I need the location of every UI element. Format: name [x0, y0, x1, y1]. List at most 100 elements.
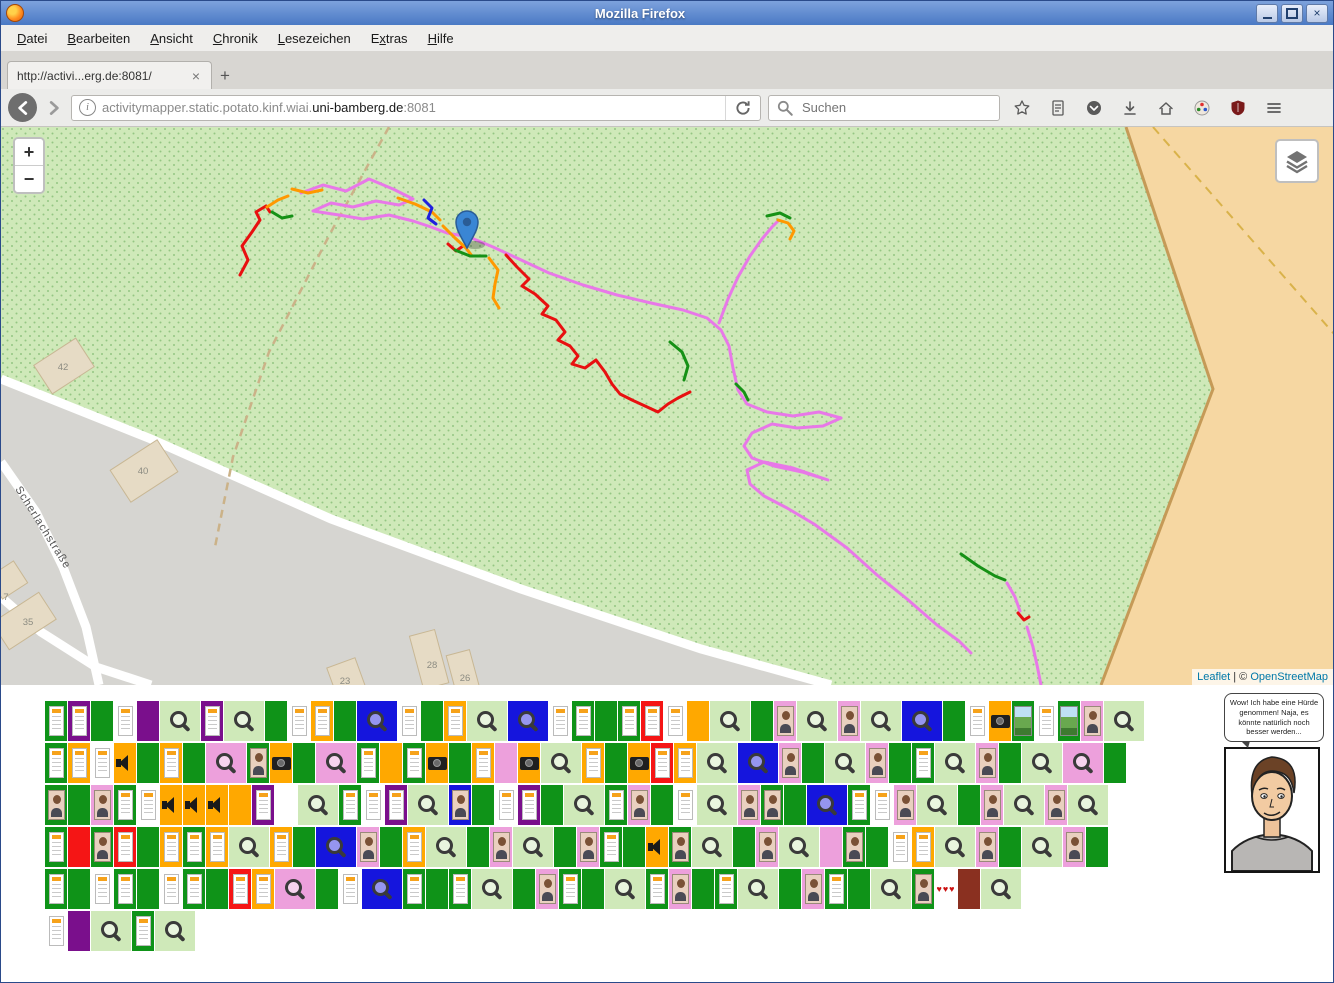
- activity-tile[interactable]: [114, 869, 136, 909]
- activity-tile[interactable]: [710, 701, 750, 741]
- activity-tile[interactable]: [966, 701, 988, 741]
- activity-tile[interactable]: [229, 785, 251, 825]
- activity-tile[interactable]: [802, 869, 824, 909]
- activity-tile[interactable]: [45, 827, 67, 867]
- activity-tile[interactable]: [91, 701, 113, 741]
- activity-tile[interactable]: [68, 701, 90, 741]
- activity-tile[interactable]: [298, 785, 338, 825]
- activity-tile[interactable]: [91, 785, 113, 825]
- close-button[interactable]: ×: [1306, 4, 1328, 23]
- activity-tile[interactable]: [316, 869, 338, 909]
- downloads-icon[interactable]: [1121, 99, 1139, 117]
- activity-tile[interactable]: [595, 701, 617, 741]
- activity-tile[interactable]: [641, 701, 663, 741]
- activity-tile[interactable]: [600, 827, 622, 867]
- activity-tile[interactable]: [1104, 743, 1126, 783]
- activity-tile[interactable]: [137, 869, 159, 909]
- activity-tile[interactable]: [91, 911, 131, 951]
- activity-tile[interactable]: [508, 701, 548, 741]
- activity-tile[interactable]: [444, 701, 466, 741]
- activity-tile[interactable]: [646, 869, 668, 909]
- activity-tile[interactable]: [1063, 827, 1085, 867]
- activity-tile[interactable]: [733, 827, 755, 867]
- activity-tile[interactable]: [380, 743, 402, 783]
- activity-tile[interactable]: [357, 827, 379, 867]
- activity-tile[interactable]: [398, 701, 420, 741]
- active-tab[interactable]: http://activi...erg.de:8081/ ×: [7, 61, 212, 89]
- search-bar[interactable]: [768, 95, 1000, 121]
- activity-tile[interactable]: [421, 701, 443, 741]
- activity-tile[interactable]: [825, 743, 865, 783]
- activity-tile[interactable]: [999, 827, 1021, 867]
- activity-tile[interactable]: [293, 827, 315, 867]
- activity-tile[interactable]: [247, 743, 269, 783]
- activity-tile[interactable]: [472, 743, 494, 783]
- hamburger-menu-icon[interactable]: [1265, 99, 1283, 117]
- activity-tile[interactable]: ♥♥♥: [935, 869, 957, 909]
- activity-tile[interactable]: [871, 785, 893, 825]
- activity-tile[interactable]: [311, 701, 333, 741]
- activity-tile[interactable]: [1045, 785, 1067, 825]
- activity-tile[interactable]: [91, 827, 113, 867]
- activity-tile[interactable]: [669, 827, 691, 867]
- activity-tile[interactable]: [628, 785, 650, 825]
- activity-tile[interactable]: [45, 911, 67, 951]
- menu-extras[interactable]: Extras: [361, 28, 418, 49]
- pocket-icon[interactable]: [1085, 99, 1103, 117]
- activity-tile[interactable]: [976, 827, 998, 867]
- activity-tile[interactable]: [912, 743, 934, 783]
- activity-tile[interactable]: [958, 785, 980, 825]
- activity-tile[interactable]: [889, 743, 911, 783]
- activity-tile[interactable]: [339, 869, 361, 909]
- activity-tile[interactable]: [183, 827, 205, 867]
- activity-tile[interactable]: [802, 743, 824, 783]
- activity-tile[interactable]: [224, 701, 264, 741]
- activity-tile[interactable]: [183, 869, 205, 909]
- activity-tile[interactable]: [495, 743, 517, 783]
- activity-tile[interactable]: [68, 869, 90, 909]
- activity-tile[interactable]: [229, 827, 269, 867]
- activity-tile[interactable]: [820, 827, 842, 867]
- activity-tile[interactable]: [582, 869, 604, 909]
- activity-tile[interactable]: [114, 701, 136, 741]
- activity-tile[interactable]: [871, 869, 911, 909]
- activity-tile[interactable]: [114, 743, 136, 783]
- activity-tile[interactable]: [779, 869, 801, 909]
- activity-tile[interactable]: [866, 827, 888, 867]
- activity-tile[interactable]: [316, 827, 356, 867]
- activity-tile[interactable]: [357, 743, 379, 783]
- activity-tile[interactable]: [114, 827, 136, 867]
- menu-ansicht[interactable]: Ansicht: [140, 28, 203, 49]
- tab-close-icon[interactable]: ×: [190, 68, 202, 84]
- activity-tile[interactable]: [137, 701, 159, 741]
- activity-tile[interactable]: [1035, 701, 1057, 741]
- activity-tile[interactable]: [577, 827, 599, 867]
- activity-tile[interactable]: [692, 827, 732, 867]
- activity-tile[interactable]: [664, 701, 686, 741]
- activity-tile[interactable]: [357, 701, 397, 741]
- activity-tile[interactable]: [1022, 827, 1062, 867]
- activity-tile[interactable]: [779, 827, 819, 867]
- activity-tile[interactable]: [692, 869, 714, 909]
- activity-tile[interactable]: [902, 701, 942, 741]
- activity-tile[interactable]: [1058, 701, 1080, 741]
- menu-datei[interactable]: Datei: [7, 28, 57, 49]
- search-input[interactable]: [800, 99, 992, 116]
- url-bar[interactable]: i activitymapper.static.potato.kinf.wiai…: [71, 95, 761, 121]
- activity-tile[interactable]: [848, 869, 870, 909]
- activity-tile[interactable]: [362, 785, 384, 825]
- activity-tile[interactable]: [275, 869, 315, 909]
- activity-tile[interactable]: [861, 701, 901, 741]
- activity-tile[interactable]: [426, 827, 466, 867]
- activity-tile[interactable]: [68, 827, 90, 867]
- activity-tile[interactable]: [288, 701, 310, 741]
- ublock-shield-icon[interactable]: [1229, 99, 1247, 117]
- activity-tile[interactable]: [490, 827, 512, 867]
- activity-tile[interactable]: [183, 785, 205, 825]
- activity-tile[interactable]: [518, 743, 540, 783]
- activity-tile[interactable]: [605, 785, 627, 825]
- zoom-in-button[interactable]: +: [15, 139, 43, 165]
- activity-tile[interactable]: [45, 701, 67, 741]
- menu-hilfe[interactable]: Hilfe: [418, 28, 464, 49]
- activity-tile[interactable]: [751, 701, 773, 741]
